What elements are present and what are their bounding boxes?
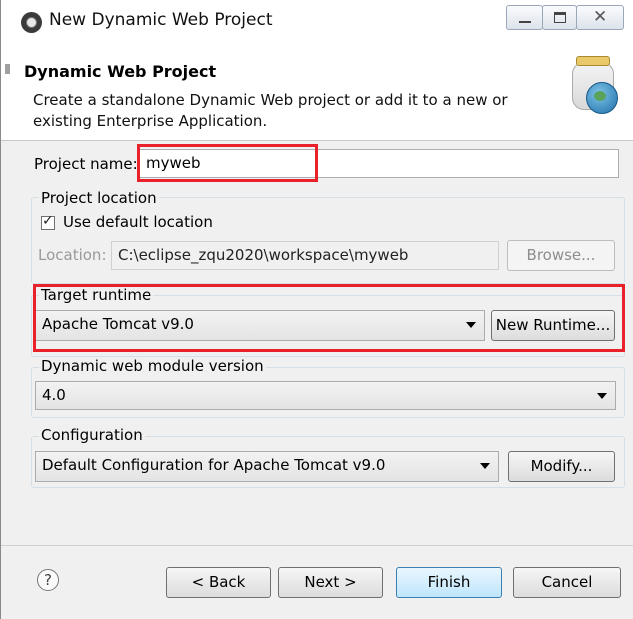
location-label: Location: <box>38 246 107 264</box>
minimize-button[interactable] <box>506 5 543 30</box>
use-default-location-label: Use default location <box>63 213 213 231</box>
chevron-down-icon <box>597 393 607 399</box>
cancel-button[interactable]: Cancel <box>513 567 621 598</box>
wizard-description: Create a standalone Dynamic Web project … <box>33 91 508 130</box>
use-default-location-checkbox[interactable] <box>41 213 55 230</box>
title-bar: New Dynamic Web Project ✕ <box>1 0 633 44</box>
chevron-down-icon <box>480 463 490 469</box>
finish-button[interactable]: Finish <box>396 567 502 598</box>
project-name-label: Project name: <box>34 155 138 173</box>
back-button[interactable]: < Back <box>166 567 271 598</box>
project-location-label: Project location <box>39 189 159 207</box>
new-project-dialog: New Dynamic Web Project ✕ Dynamic Web Pr… <box>0 0 633 619</box>
highlight-box-project-name <box>137 144 318 182</box>
minimize-icon <box>519 21 531 23</box>
module-version-select[interactable]: 4.0 <box>35 381 616 410</box>
wizard-header: Dynamic Web Project Create a standalone … <box>1 44 633 141</box>
window-title: New Dynamic Web Project <box>49 10 273 30</box>
location-input[interactable]: C:\eclipse_zqu2020\workspace\myweb <box>111 241 499 270</box>
configuration-select[interactable]: Default Configuration for Apache Tomcat … <box>35 451 499 482</box>
modify-button[interactable]: Modify... <box>508 451 615 482</box>
help-button[interactable]: ? <box>37 569 59 591</box>
header-marker <box>5 64 10 74</box>
maximize-button[interactable] <box>542 5 577 30</box>
next-button[interactable]: Next > <box>278 567 383 598</box>
maximize-icon <box>554 12 566 23</box>
highlight-box-target-runtime <box>33 284 625 352</box>
wizard-title: Dynamic Web Project <box>24 62 217 81</box>
web-project-jar-globe-icon <box>568 56 620 114</box>
browse-button[interactable]: Browse... <box>507 240 615 271</box>
help-icon: ? <box>44 571 52 589</box>
close-icon: ✕ <box>593 7 608 27</box>
eclipse-icon <box>21 12 42 33</box>
configuration-value: Default Configuration for Apache Tomcat … <box>42 456 386 474</box>
footer-separator <box>1 545 633 546</box>
module-version-label: Dynamic web module version <box>39 357 266 375</box>
close-button[interactable]: ✕ <box>576 5 624 30</box>
configuration-label: Configuration <box>39 426 145 444</box>
module-version-value: 4.0 <box>42 386 66 404</box>
